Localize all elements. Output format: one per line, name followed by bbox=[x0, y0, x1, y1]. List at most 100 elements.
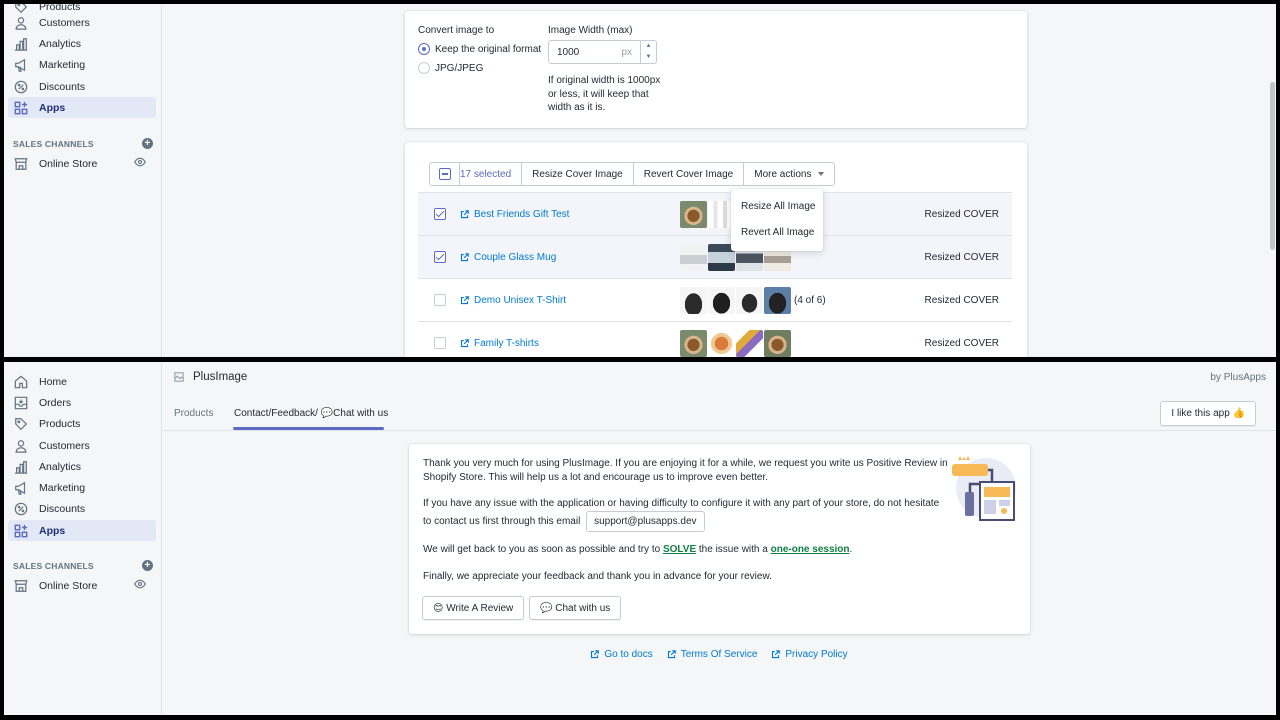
sidebar-item-marketing[interactable]: Marketing bbox=[8, 54, 156, 75]
sidebar-item-label: Apps bbox=[39, 524, 66, 537]
thumbnail bbox=[680, 200, 707, 228]
resize-all-menu-item[interactable]: Resize All Image bbox=[741, 201, 815, 212]
sidebar-item-home[interactable]: Home bbox=[8, 371, 156, 392]
add-channel-button[interactable]: + bbox=[142, 560, 153, 571]
sidebar-item-marketing[interactable]: Marketing bbox=[8, 477, 156, 498]
table-row[interactable]: Demo Unisex T-Shirt (4 of 6) Resized COV… bbox=[418, 278, 1012, 321]
sidebar-item-label: Orders bbox=[39, 396, 72, 409]
scrollbar[interactable] bbox=[1270, 82, 1275, 250]
external-link-icon bbox=[460, 338, 469, 347]
row-checkbox[interactable] bbox=[434, 251, 446, 263]
image-width-value: 1000 bbox=[557, 46, 580, 58]
sidebar-item-label: Products bbox=[39, 417, 81, 430]
bulk-actions-bar: 17 selected Resize Cover Image Revert Co… bbox=[429, 162, 836, 186]
sidebar: Home Orders Products Customers Analytics… bbox=[4, 362, 162, 715]
product-link[interactable]: Couple Glass Mug bbox=[460, 252, 556, 263]
revert-cover-button[interactable]: Revert Cover Image bbox=[634, 163, 745, 185]
row-status: Resized COVER bbox=[924, 294, 999, 306]
app-title-text: PlusImage bbox=[193, 371, 248, 383]
product-link[interactable]: Best Friends Gift Test bbox=[460, 209, 569, 220]
eye-icon[interactable] bbox=[134, 156, 146, 171]
person-icon bbox=[14, 439, 28, 453]
thumbnails bbox=[680, 329, 791, 357]
sidebar-item-label: Discounts bbox=[39, 80, 86, 93]
product-name: Demo Unisex T-Shirt bbox=[474, 294, 567, 306]
radio-keep-original[interactable]: Keep the original format bbox=[418, 43, 541, 55]
sidebar-item-products[interactable]: Products bbox=[8, 413, 156, 434]
go-to-docs-link[interactable]: Go to docs bbox=[590, 649, 653, 660]
width-stepper[interactable]: ▲ ▼ bbox=[640, 41, 656, 63]
chat-with-us-button[interactable]: 💬 Chat with us bbox=[529, 596, 622, 620]
like-app-button[interactable]: I like this app 👍 bbox=[1160, 401, 1256, 426]
sidebar-item-analytics[interactable]: Analytics bbox=[8, 456, 156, 477]
product-link[interactable]: Demo Unisex T-Shirt bbox=[460, 295, 566, 306]
support-email[interactable]: support@plusapps.dev bbox=[586, 510, 705, 532]
radio-jpg-label: JPG/JPEG bbox=[435, 62, 484, 74]
row-checkbox[interactable] bbox=[434, 294, 446, 306]
row-checkbox[interactable] bbox=[434, 337, 446, 349]
discount-icon bbox=[14, 80, 28, 94]
radio-dot[interactable] bbox=[418, 62, 430, 74]
main-content: PlusImage by PlusApps Products Contact/F… bbox=[162, 362, 1276, 715]
external-link-icon bbox=[667, 650, 676, 659]
sidebar-item-online-store[interactable]: Online Store bbox=[8, 153, 156, 174]
privacy-label: Privacy Policy bbox=[785, 649, 848, 660]
terms-of-service-link[interactable]: Terms Of Service bbox=[667, 649, 757, 660]
sidebar-item-orders[interactable]: Orders bbox=[8, 392, 156, 413]
table-row[interactable]: Couple Glass Mug Resized COVER bbox=[418, 235, 1012, 278]
external-link-icon bbox=[591, 650, 600, 659]
contact-paragraph: If you have any issue with the applicati… bbox=[423, 497, 948, 532]
row-status: Resized COVER bbox=[924, 337, 999, 349]
privacy-policy-link[interactable]: Privacy Policy bbox=[771, 649, 848, 660]
sidebar-item-label: Online Store bbox=[39, 157, 98, 170]
external-link-icon bbox=[460, 252, 469, 261]
sidebar-item-apps[interactable]: Apps bbox=[8, 97, 156, 118]
row-checkbox[interactable] bbox=[434, 208, 446, 220]
one-one-session-link[interactable]: one-one session bbox=[771, 544, 850, 555]
paint-roller-illustration bbox=[952, 456, 1016, 521]
external-link-icon bbox=[460, 209, 469, 218]
settings-card: Convert image to Keep the original forma… bbox=[405, 11, 1027, 128]
width-help-text: If original width is 1000px or less, it … bbox=[548, 75, 661, 113]
products-card: 17 selected Resize Cover Image Revert Co… bbox=[405, 142, 1027, 357]
tab-contact-feedback[interactable]: Contact/Feedback/ 💬Chat with us bbox=[234, 408, 388, 419]
revert-all-menu-item[interactable]: Revert All Image bbox=[741, 227, 814, 238]
period: . bbox=[849, 544, 853, 555]
radio-dot-selected[interactable] bbox=[418, 43, 430, 55]
bottom-screenshot-pane: Home Orders Products Customers Analytics… bbox=[4, 362, 1276, 715]
image-width-input[interactable]: 1000 px ▲ ▼ bbox=[548, 40, 657, 64]
sidebar-item-analytics[interactable]: Analytics bbox=[8, 33, 156, 54]
solve-text: SOLVE bbox=[662, 544, 697, 555]
home-icon bbox=[14, 375, 28, 389]
sidebar-item-apps[interactable]: Apps bbox=[8, 520, 156, 541]
table-row[interactable]: Family T-shirts Resized COVER bbox=[418, 321, 1012, 357]
sidebar-item-customers[interactable]: Customers bbox=[8, 12, 156, 33]
sidebar-item-label: Analytics bbox=[39, 460, 82, 473]
resize-cover-button[interactable]: Resize Cover Image bbox=[522, 163, 634, 185]
row-status: Resized COVER bbox=[924, 251, 999, 263]
thumbnails bbox=[680, 200, 735, 228]
stepper-down-icon[interactable]: ▼ bbox=[641, 52, 656, 63]
sidebar-item-customers[interactable]: Customers bbox=[8, 435, 156, 456]
apps-icon bbox=[14, 101, 28, 115]
response-text-2: the issue with a bbox=[698, 544, 768, 555]
deselect-all-checkbox[interactable] bbox=[430, 163, 460, 185]
by-plusapps-text: by PlusApps bbox=[1210, 372, 1266, 383]
add-channel-button[interactable]: + bbox=[142, 138, 153, 149]
tab-products[interactable]: Products bbox=[174, 408, 213, 419]
store-icon bbox=[14, 579, 28, 593]
radio-jpg[interactable]: JPG/JPEG bbox=[418, 62, 483, 74]
sidebar-item-discounts[interactable]: Discounts bbox=[8, 498, 156, 519]
more-actions-button[interactable]: More actions bbox=[744, 163, 834, 185]
write-review-button[interactable]: 😊 Write A Review bbox=[422, 596, 525, 620]
eye-icon[interactable] bbox=[134, 578, 146, 593]
table-row[interactable]: Best Friends Gift Test Resized COVER bbox=[418, 192, 1012, 235]
discount-icon bbox=[14, 502, 28, 516]
tag-icon bbox=[14, 417, 28, 431]
thumbnail bbox=[708, 329, 735, 357]
sidebar-item-online-store[interactable]: Online Store bbox=[8, 575, 156, 596]
sidebar-item-discounts[interactable]: Discounts bbox=[8, 76, 156, 97]
stepper-up-icon[interactable]: ▲ bbox=[641, 41, 656, 52]
product-link[interactable]: Family T-shirts bbox=[460, 338, 539, 349]
external-link-icon bbox=[460, 295, 469, 304]
